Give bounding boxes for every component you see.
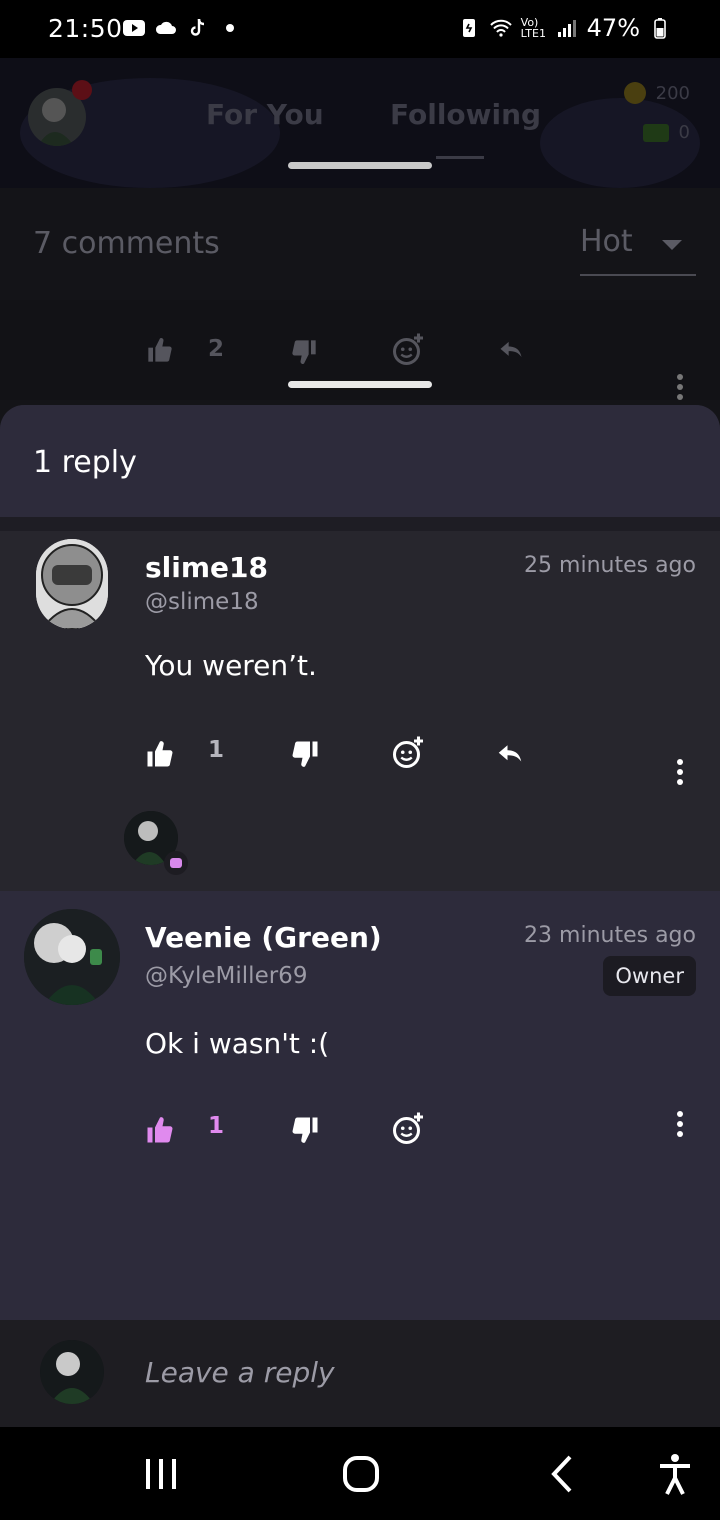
coin-icon bbox=[623, 82, 646, 104]
sort-label: Hot bbox=[580, 224, 633, 259]
recents-icon[interactable] bbox=[136, 1449, 186, 1499]
user-handle: @KyleMiller69 bbox=[145, 963, 308, 989]
battery-icon bbox=[654, 18, 666, 39]
back-icon[interactable] bbox=[538, 1449, 588, 1499]
tab-following[interactable]: Following bbox=[390, 98, 541, 131]
sort-dropdown[interactable]: Hot bbox=[580, 224, 696, 276]
add-reaction-icon[interactable] bbox=[390, 1111, 426, 1147]
system-icons: Vo) LTE1 47% bbox=[457, 14, 672, 42]
cloud-icon bbox=[155, 21, 176, 34]
coin-balance[interactable]: 200 bbox=[623, 82, 690, 104]
owner-badge: Owner bbox=[603, 956, 696, 996]
battery-saver-icon bbox=[462, 19, 475, 37]
thumbs-up-icon[interactable] bbox=[146, 336, 174, 364]
comment-actions: 1 bbox=[0, 1107, 720, 1157]
cash-icon bbox=[642, 123, 669, 142]
add-reaction-icon[interactable] bbox=[390, 332, 426, 368]
replies-panel: 1 reply slime18 @slime18 25 minutes ago … bbox=[0, 405, 720, 1427]
signal-icon bbox=[557, 20, 576, 37]
battery-percent: 47% bbox=[586, 14, 640, 42]
comments-count: 7 comments bbox=[33, 226, 220, 261]
notification-icons bbox=[122, 16, 242, 40]
thumbs-down-icon[interactable] bbox=[290, 739, 320, 769]
thumbs-up-icon[interactable] bbox=[145, 739, 175, 769]
like-count: 1 bbox=[208, 1113, 225, 1139]
wifi-icon bbox=[489, 19, 512, 37]
parent-like-count: 2 bbox=[208, 336, 225, 362]
avatar[interactable] bbox=[36, 539, 108, 629]
thumbs-down-icon[interactable] bbox=[290, 1115, 320, 1145]
user-handle: @slime18 bbox=[145, 589, 259, 615]
timestamp: 25 minutes ago bbox=[524, 553, 696, 578]
add-reaction-icon[interactable] bbox=[390, 735, 426, 771]
tiktok-icon bbox=[190, 18, 205, 36]
comment-item: slime18 @slime18 25 minutes ago You were… bbox=[0, 531, 720, 891]
reply-icon[interactable] bbox=[495, 739, 525, 769]
reply-input[interactable] bbox=[145, 1350, 665, 1394]
comment-text: You weren’t. bbox=[145, 649, 317, 682]
like-count: 1 bbox=[208, 737, 225, 763]
comment-text: Ok i wasn't :( bbox=[145, 1027, 330, 1060]
network-label: Vo) LTE1 bbox=[520, 16, 546, 40]
timestamp: 23 minutes ago bbox=[524, 923, 696, 948]
home-icon[interactable] bbox=[336, 1449, 386, 1499]
status-time: 21:50 bbox=[48, 14, 123, 43]
thumbs-down-icon[interactable] bbox=[290, 338, 318, 366]
cash-count: 0 bbox=[678, 122, 690, 143]
tab-indicator bbox=[436, 156, 484, 159]
more-vertical-icon[interactable] bbox=[670, 1109, 690, 1139]
accessibility-icon[interactable] bbox=[650, 1449, 700, 1499]
comment-item: Veenie (Green) @KyleMiller69 23 minutes … bbox=[0, 891, 720, 1321]
status-bar: 21:50 Vo) LTE1 47% bbox=[0, 0, 720, 58]
dot-icon bbox=[226, 24, 234, 32]
sheet-drag-handle[interactable] bbox=[288, 162, 432, 169]
navigation-bar bbox=[0, 1427, 720, 1520]
cash-balance[interactable]: 0 bbox=[642, 122, 690, 143]
replies-title: 1 reply bbox=[33, 445, 137, 480]
youtube-icon bbox=[123, 20, 145, 36]
reply-preview[interactable] bbox=[124, 811, 190, 877]
avatar bbox=[40, 1340, 104, 1404]
thumbs-up-icon[interactable] bbox=[145, 1115, 175, 1145]
panel-drag-handle[interactable] bbox=[288, 381, 432, 388]
divider bbox=[0, 517, 720, 531]
notification-dot bbox=[72, 80, 92, 100]
more-vertical-icon[interactable] bbox=[670, 372, 690, 402]
username[interactable]: Veenie (Green) bbox=[145, 921, 382, 954]
more-vertical-icon[interactable] bbox=[670, 757, 690, 787]
coin-count: 200 bbox=[655, 82, 690, 104]
replies-header: 1 reply bbox=[0, 405, 720, 517]
comment-badge-icon bbox=[164, 851, 188, 875]
username[interactable]: slime18 bbox=[145, 551, 268, 584]
comment-actions: 1 bbox=[0, 731, 720, 785]
chevron-down-icon bbox=[662, 240, 682, 250]
reply-icon[interactable] bbox=[496, 336, 526, 364]
avatar[interactable] bbox=[24, 909, 120, 1005]
reply-bar bbox=[0, 1320, 720, 1427]
tab-for-you[interactable]: For You bbox=[206, 98, 324, 131]
